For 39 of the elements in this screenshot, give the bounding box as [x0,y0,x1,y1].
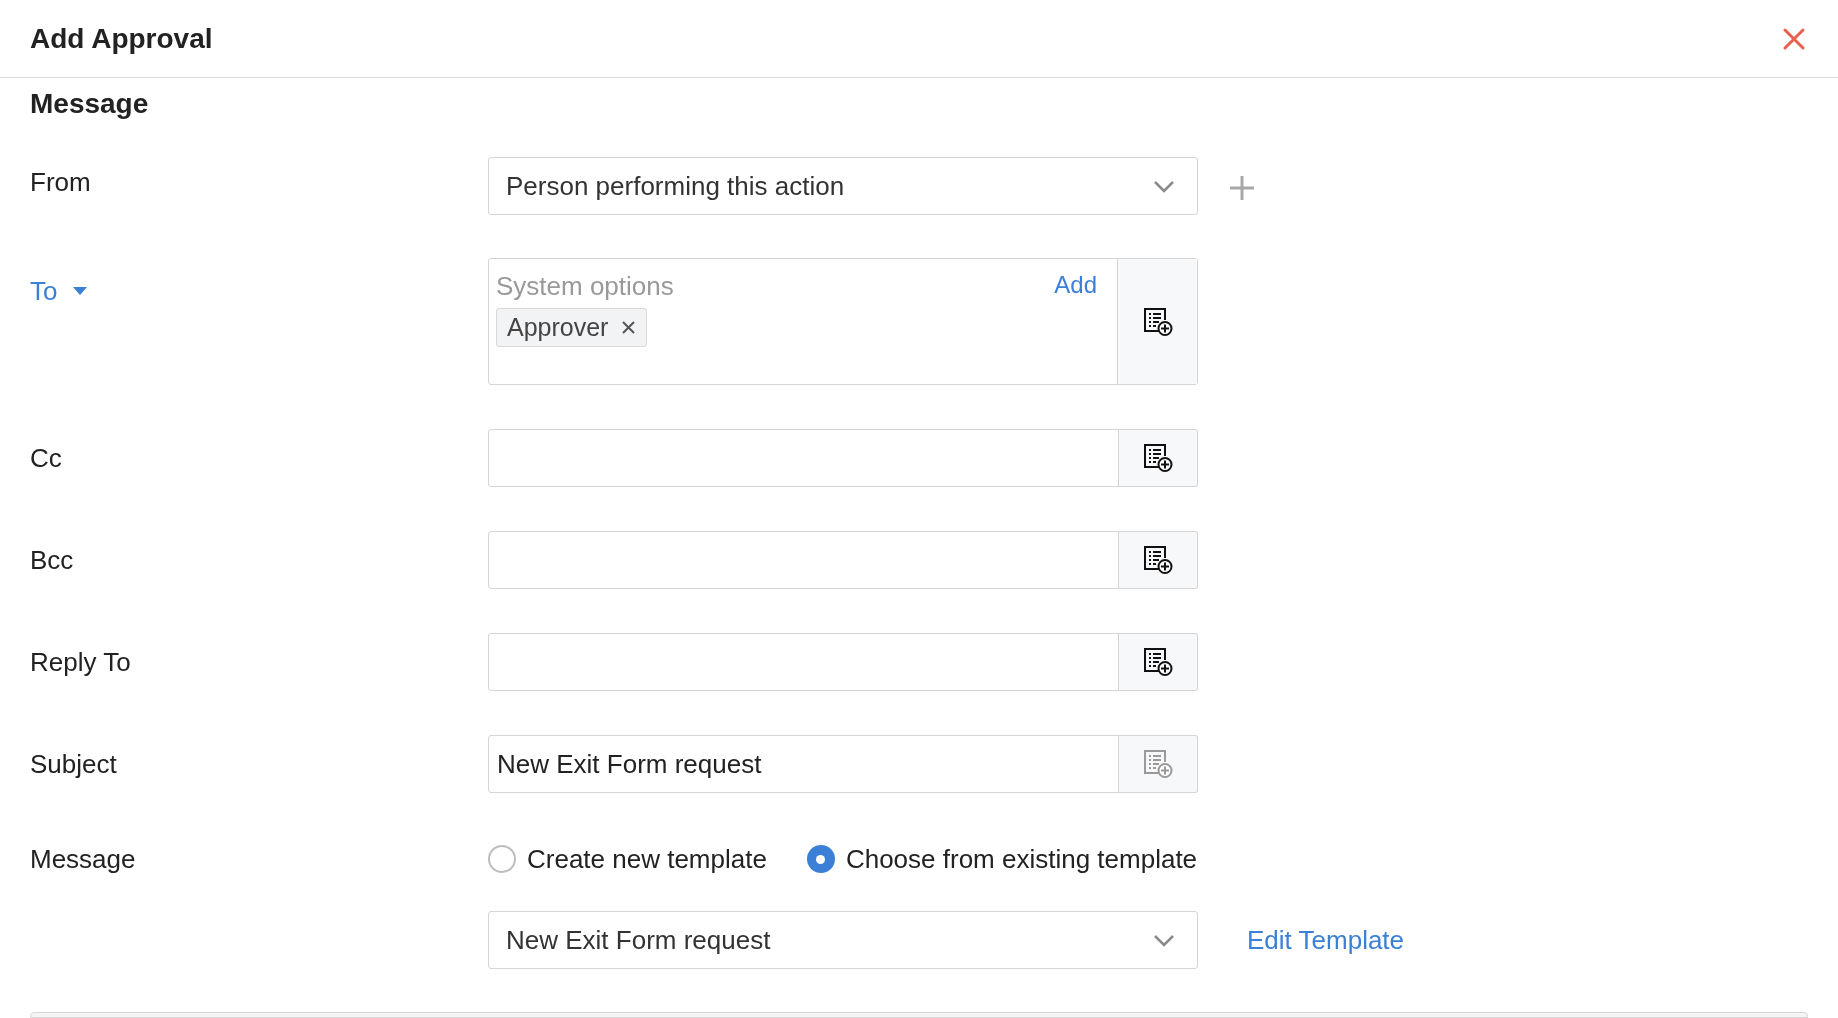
chevron-icon [1153,933,1175,947]
field-picker-button[interactable] [1119,633,1198,691]
list-add-icon [1141,306,1174,337]
add-link[interactable]: Add [1054,267,1097,303]
field-label: Subject [30,747,117,781]
field-label: Cc [30,441,62,475]
placeholder-text: System options [496,270,674,303]
field-label: Bcc [30,543,74,577]
recipient-type-dropdown[interactable]: To [30,271,88,311]
radio-option[interactable]: Create new template [488,839,767,879]
chevron-icon [1153,179,1175,193]
tag-label: Approver [507,311,609,343]
list-add-icon [1142,443,1174,473]
plus-icon [1228,174,1256,202]
caret-down-icon [73,287,88,295]
text-field[interactable]: New Exit Form request [488,735,1119,793]
section-heading: Message [30,87,149,121]
text-field[interactable] [488,429,1119,487]
text-field[interactable] [488,633,1119,691]
field-label: From [30,165,91,199]
field-picker-button[interactable] [1119,429,1198,487]
list-add-icon [1142,749,1174,779]
radio-button[interactable] [488,845,516,873]
list-add-icon [1142,545,1174,575]
field-picker-button[interactable] [1118,259,1197,384]
radio-button[interactable] [806,845,835,873]
edit-template-link[interactable]: Edit Template [1247,920,1405,960]
close-icon [1782,26,1806,51]
select-field[interactable]: New Exit Form request [488,911,1198,969]
text-field[interactable] [488,531,1119,589]
close-icon [622,321,636,334]
remove-button[interactable] [622,320,637,335]
radio-option[interactable]: Choose from existing template [806,839,1198,879]
field-picker-button[interactable] [1119,531,1198,589]
field-label: Message [30,842,137,876]
list-add-icon [1142,647,1174,677]
dialog-title: Add Approval [30,21,213,56]
select-field[interactable]: Person performing this action [488,157,1198,215]
field-label: Reply To [30,645,131,679]
